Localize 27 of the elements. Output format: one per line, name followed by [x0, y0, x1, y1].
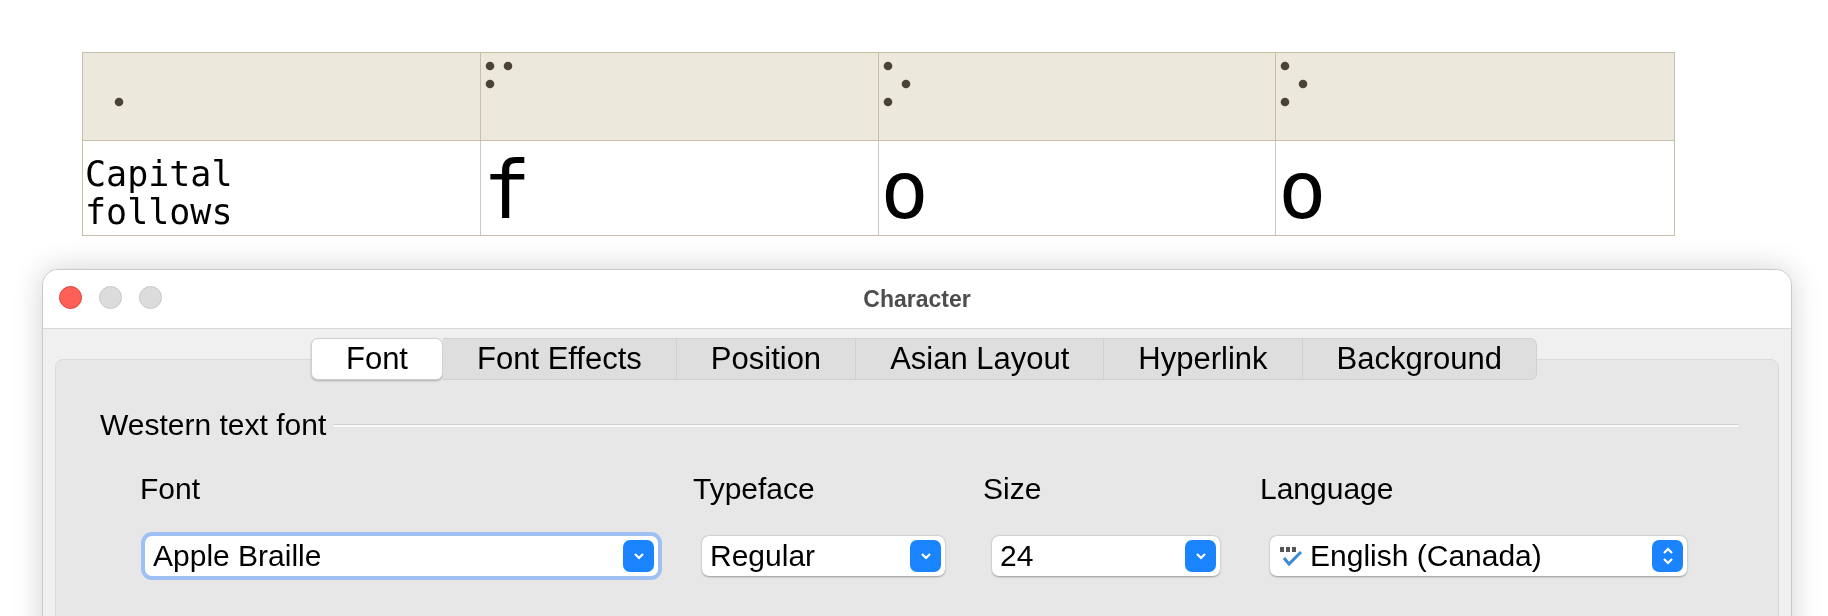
field-label: Font: [140, 472, 202, 506]
field-label: Language: [1260, 472, 1395, 506]
up-down-chevron-icon: [1652, 540, 1683, 572]
chevron-down-icon: [1185, 540, 1216, 572]
table-cell: f: [482, 151, 531, 231]
chevron-down-icon: [910, 540, 941, 572]
field-label: Typeface: [693, 472, 816, 506]
tab[interactable]: Background: [1302, 338, 1538, 380]
dropdown[interactable]: English (Canada): [1270, 536, 1687, 576]
table-cell-text: Capital follows: [85, 155, 234, 231]
window-title: Character: [863, 285, 971, 313]
tab[interactable]: Font Effects: [443, 338, 677, 380]
tab[interactable]: Hyperlink: [1104, 338, 1303, 380]
table-cell: o: [880, 151, 929, 231]
table-cell: o: [1278, 151, 1327, 231]
tab[interactable]: Position: [676, 338, 857, 380]
chevron-down-icon: [623, 540, 654, 572]
zoom-button[interactable]: [139, 286, 162, 309]
tab[interactable]: Asian Layout: [856, 338, 1105, 380]
close-button[interactable]: [59, 286, 82, 309]
section-title: Western text font: [100, 408, 327, 442]
minimize-button[interactable]: [99, 286, 122, 309]
tab[interactable]: Font: [310, 338, 443, 380]
spellcheck-icon: [1278, 544, 1304, 568]
field-label: Size: [983, 472, 1043, 506]
dropdown[interactable]: Regular: [702, 536, 945, 576]
dropdown[interactable]: 24: [992, 536, 1220, 576]
